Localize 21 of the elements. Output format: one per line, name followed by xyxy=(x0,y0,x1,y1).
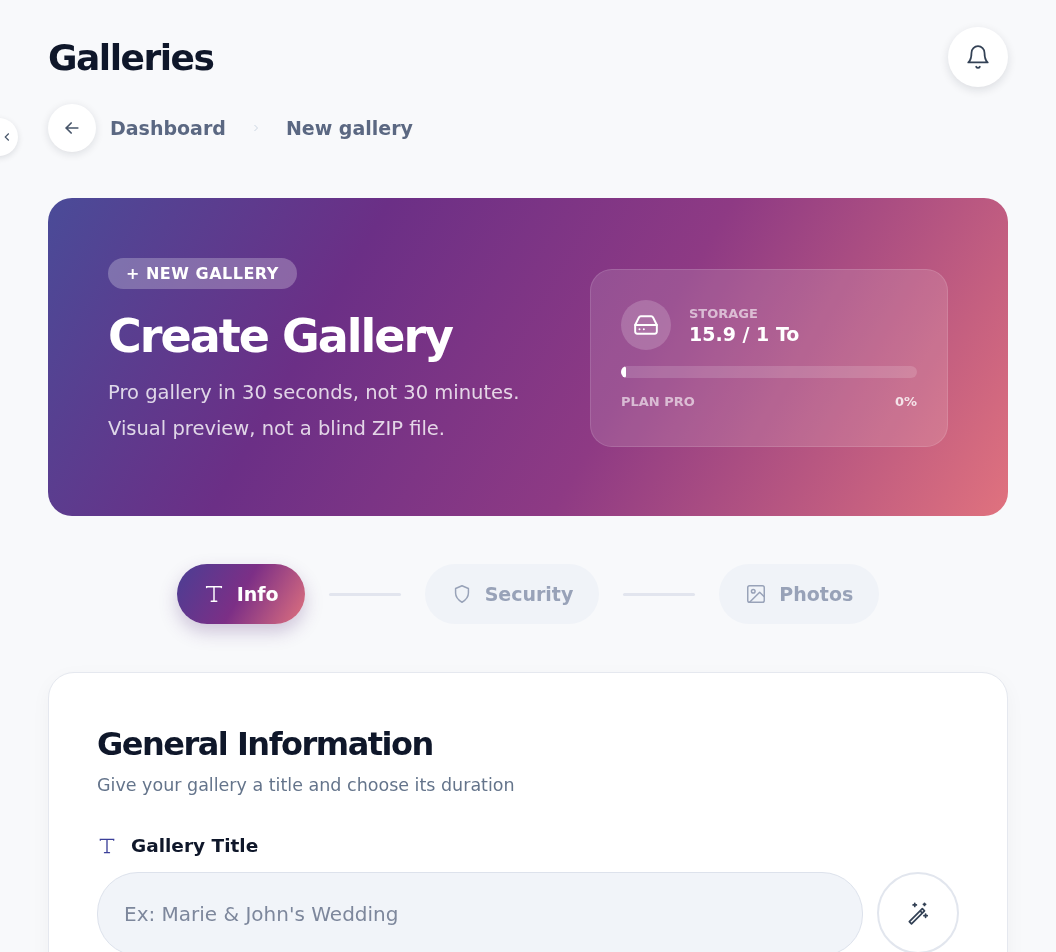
new-gallery-badge: + NEW GALLERY xyxy=(108,258,297,289)
section-title: General Information xyxy=(97,725,434,763)
hero-title: Create Gallery xyxy=(108,309,454,363)
magic-wand-icon xyxy=(905,900,931,926)
back-button[interactable] xyxy=(48,104,96,152)
hero-subtitle: Pro gallery in 30 seconds, not 30 minutes. Visual preview, not a blind ZIP file. xyxy=(108,380,520,442)
title-input[interactable]: Ex: Marie & John's Wedding xyxy=(97,872,863,952)
step-tab[interactable]: Info xyxy=(176,564,305,624)
breadcrumb-link[interactable]: Dashboard xyxy=(110,117,226,139)
bell-icon xyxy=(965,44,991,70)
storage-percent: 0% xyxy=(894,394,917,409)
section-subtitle: Give your gallery a title and choose its duration xyxy=(97,775,516,795)
field-label: Gallery Title xyxy=(131,835,259,856)
image-icon xyxy=(745,583,768,605)
notifications-button[interactable] xyxy=(948,27,1008,87)
breadcrumb-link[interactable]: New gallery xyxy=(285,117,413,139)
page-title: Galleries xyxy=(48,36,214,78)
storage-label: STORAGE xyxy=(689,305,759,321)
storage-value: 15.9 / 1 To xyxy=(689,322,800,345)
drive-icon xyxy=(621,300,671,350)
plan-label: PLAN PRO xyxy=(621,394,695,409)
